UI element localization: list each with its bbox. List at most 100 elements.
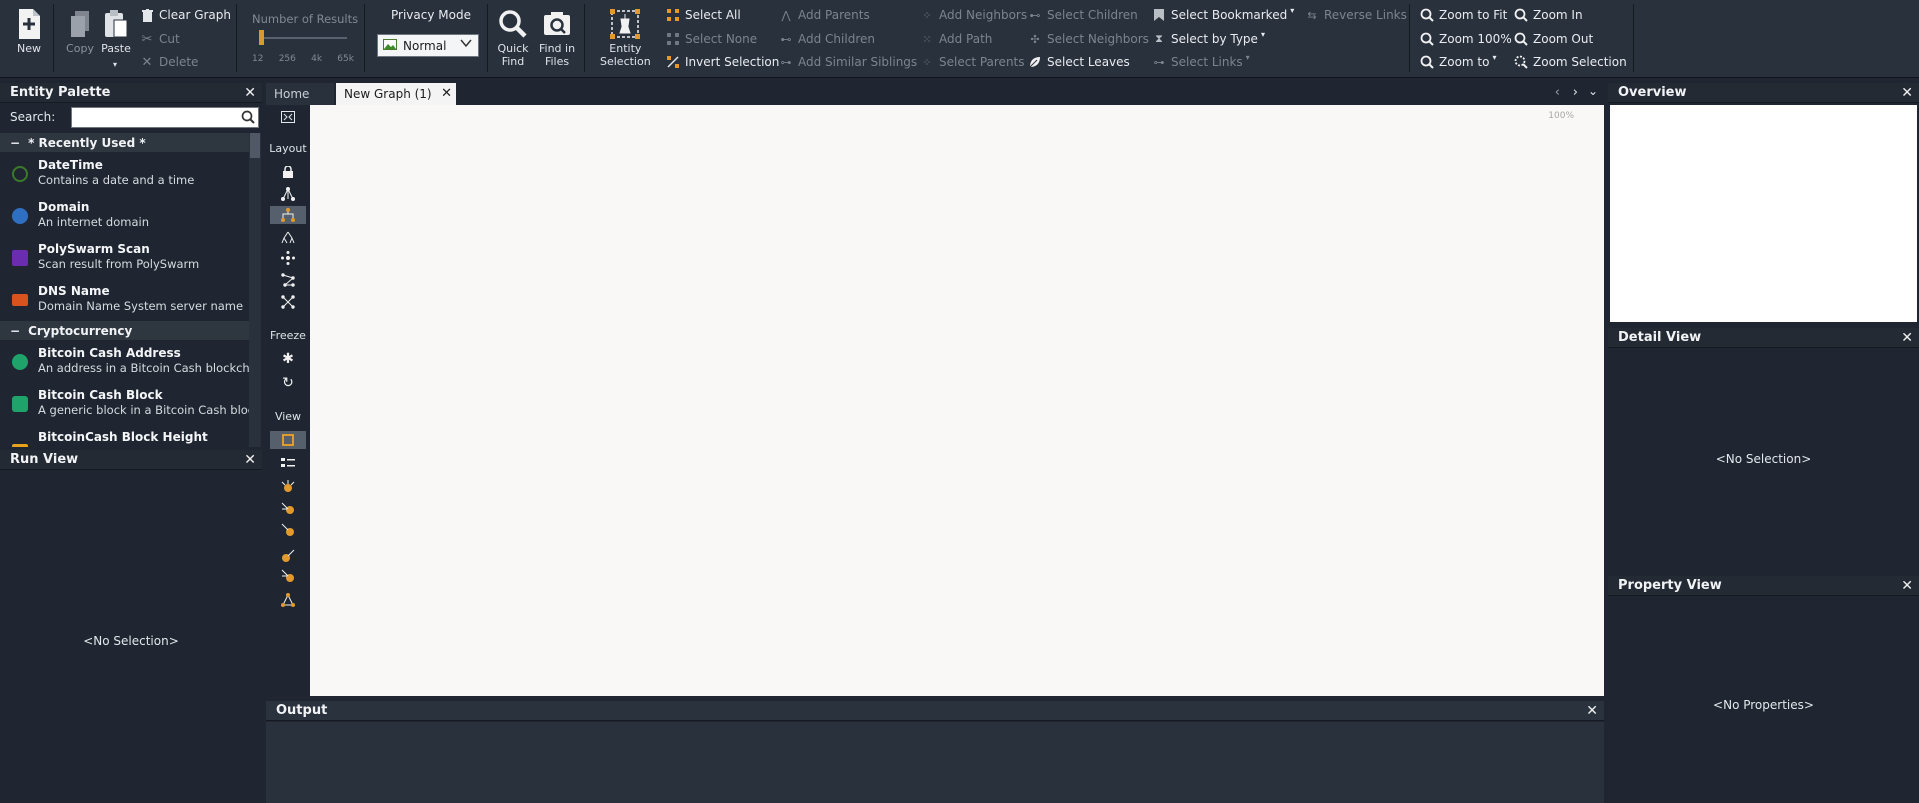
- select-by-type-button[interactable]: ⧗ Select by Type ▾: [1152, 30, 1265, 48]
- privacy-mode-select[interactable]: Normal: [377, 34, 479, 57]
- add-neighbors-button[interactable]: ⁘ Add Neighbors: [920, 6, 1027, 24]
- triangle-nodes-icon[interactable]: [278, 591, 298, 609]
- tree-layout-icon[interactable]: [278, 228, 298, 246]
- paste-button[interactable]: Paste: [99, 6, 133, 55]
- select-none-button[interactable]: Select None: [666, 30, 757, 48]
- paste-dropdown-icon[interactable]: ▾: [113, 60, 117, 69]
- outgoing-links-icon[interactable]: [278, 547, 298, 565]
- close-icon[interactable]: ✕: [244, 452, 256, 468]
- overview-canvas[interactable]: [1610, 105, 1917, 322]
- incoming-links-icon[interactable]: [278, 521, 298, 539]
- output-title: Output: [276, 703, 328, 718]
- search-icon[interactable]: [241, 110, 255, 127]
- clear-graph-button[interactable]: Clear Graph: [140, 6, 231, 24]
- tab-home[interactable]: Home: [266, 83, 334, 105]
- item-description: A generic block in a Bitcoin Cash bloc: [38, 403, 250, 417]
- add-similar-siblings-button[interactable]: ⊶ Add Similar Siblings: [779, 53, 918, 71]
- zoom-to-button[interactable]: Zoom to ▾: [1420, 53, 1496, 71]
- close-tab-icon[interactable]: ✕: [441, 86, 452, 101]
- close-icon[interactable]: ✕: [1901, 578, 1913, 594]
- overview-title: Overview: [1618, 85, 1687, 100]
- close-icon[interactable]: ✕: [1901, 85, 1913, 101]
- property-view-header: Property View ✕: [1608, 576, 1919, 596]
- add-parents-button[interactable]: ⋀ Add Parents: [779, 6, 869, 24]
- select-children-button[interactable]: ⊷ Select Children: [1028, 6, 1138, 24]
- palette-search-input[interactable]: [72, 108, 232, 127]
- tab-scroll-right-icon[interactable]: ›: [1573, 85, 1578, 100]
- freeze-snowflake-icon[interactable]: ✱: [278, 350, 298, 368]
- circular-layout-icon[interactable]: [278, 249, 298, 267]
- property-view-body: <No Properties>: [1608, 597, 1919, 803]
- find-in-files-button[interactable]: Find in Files: [539, 6, 575, 68]
- palette-item-polyswarm-scan[interactable]: PolySwarm Scan Scan result from PolySwar…: [0, 240, 250, 282]
- tab-list-chevron-icon[interactable]: ⌄: [1588, 84, 1598, 98]
- select-bookmarked-button[interactable]: Select Bookmarked ▾: [1152, 6, 1294, 24]
- results-slider-track[interactable]: [259, 37, 347, 39]
- close-icon[interactable]: ✕: [1586, 703, 1598, 719]
- organic-layout-icon[interactable]: [278, 271, 298, 289]
- refresh-icon[interactable]: ↻: [278, 374, 298, 392]
- find-in-files-label: Find in: [539, 42, 576, 55]
- view-section-label: View: [274, 410, 302, 423]
- bitcoin-cash-icon: [12, 354, 28, 370]
- select-leaves-button[interactable]: Select Leaves: [1028, 53, 1130, 71]
- results-slider-handle[interactable]: [259, 30, 264, 45]
- bubble-view-icon[interactable]: [278, 477, 298, 495]
- zoom-to-fit-button[interactable]: Zoom to Fit: [1420, 6, 1507, 24]
- clear-graph-label: Clear Graph: [159, 8, 232, 22]
- tab-scroll-left-icon[interactable]: ‹: [1555, 85, 1560, 100]
- toggle-panels-icon[interactable]: [278, 108, 298, 126]
- category-header-cryptocurrency[interactable]: − Cryptocurrency: [0, 321, 250, 340]
- select-parents-button[interactable]: ⁘ Select Parents: [920, 53, 1024, 71]
- run-view-header: Run View ✕: [0, 450, 262, 470]
- toolbar-divider: [236, 4, 237, 72]
- zoom-out-button[interactable]: Zoom Out: [1514, 30, 1593, 48]
- palette-item-bitcoincash-block-height[interactable]: BitcoinCash Block Height: [0, 428, 250, 447]
- copy-button[interactable]: Copy: [63, 6, 97, 55]
- graph-view-icon[interactable]: [270, 431, 306, 449]
- invert-selection-button[interactable]: Invert Selection: [666, 53, 779, 71]
- item-name: Bitcoin Cash Address: [38, 346, 181, 360]
- cut-button[interactable]: ✂ Cut: [140, 30, 180, 48]
- interactive-layout-icon[interactable]: [278, 293, 298, 311]
- block-height-icon: [12, 444, 28, 447]
- palette-item-dns-name[interactable]: DNS Name Domain Name System server name: [0, 282, 250, 324]
- cut-label: Cut: [159, 32, 180, 46]
- add-path-button[interactable]: ⁙ Add Path: [920, 30, 992, 48]
- quick-find-button[interactable]: Quick Find: [496, 6, 530, 68]
- scrollbar-thumb[interactable]: [250, 133, 260, 158]
- zoom-100-button[interactable]: Zoom 100%: [1420, 30, 1512, 48]
- add-neighbors-label: Add Neighbors: [939, 8, 1028, 22]
- palette-item-datetime[interactable]: DateTime Contains a date and a time: [0, 156, 250, 198]
- zoom-selection-button[interactable]: Zoom Selection: [1514, 53, 1627, 71]
- new-button[interactable]: New: [12, 6, 46, 55]
- select-links-button[interactable]: ⊶ Select Links ▾: [1152, 53, 1250, 71]
- run-view-title: Run View: [10, 452, 79, 467]
- select-neighbors-button[interactable]: ✣ Select Neighbors: [1028, 30, 1149, 48]
- tab-new-graph[interactable]: New Graph (1) ✕: [336, 83, 456, 105]
- delete-button[interactable]: ✕ Delete: [140, 53, 199, 71]
- close-icon[interactable]: ✕: [244, 85, 256, 101]
- palette-item-bitcoin-cash-block[interactable]: Bitcoin Cash Block A generic block in a …: [0, 386, 250, 428]
- zoom-in-button[interactable]: Zoom In: [1514, 6, 1583, 24]
- entity-weight-icon[interactable]: [278, 567, 298, 585]
- block-layout-icon[interactable]: [278, 185, 298, 203]
- add-parents-icon: ⋀: [781, 8, 791, 22]
- select-all-button[interactable]: Select All: [666, 6, 741, 24]
- add-children-button[interactable]: ⊷ Add Children: [779, 30, 875, 48]
- close-icon[interactable]: ✕: [1901, 330, 1913, 346]
- graph-canvas[interactable]: 100%: [310, 105, 1604, 696]
- palette-scrollbar[interactable]: [249, 133, 261, 447]
- links-view-icon[interactable]: [278, 499, 298, 517]
- palette-search-box[interactable]: [71, 107, 259, 128]
- hierarchical-layout-icon[interactable]: [270, 206, 306, 224]
- palette-item-bitcoin-cash-address[interactable]: Bitcoin Cash Address An address in a Bit…: [0, 344, 250, 386]
- palette-item-domain[interactable]: Domain An internet domain: [0, 198, 250, 240]
- lock-layout-icon[interactable]: [278, 163, 298, 181]
- bitcoin-cash-block-icon: [12, 396, 28, 412]
- category-header-recently-used[interactable]: − * Recently Used *: [0, 133, 250, 152]
- list-view-icon[interactable]: [278, 454, 298, 472]
- entity-selection-button[interactable]: Entity Selection: [600, 6, 651, 68]
- reverse-links-button[interactable]: ⇆ Reverse Links: [1305, 6, 1406, 24]
- toolbar-divider: [364, 4, 365, 72]
